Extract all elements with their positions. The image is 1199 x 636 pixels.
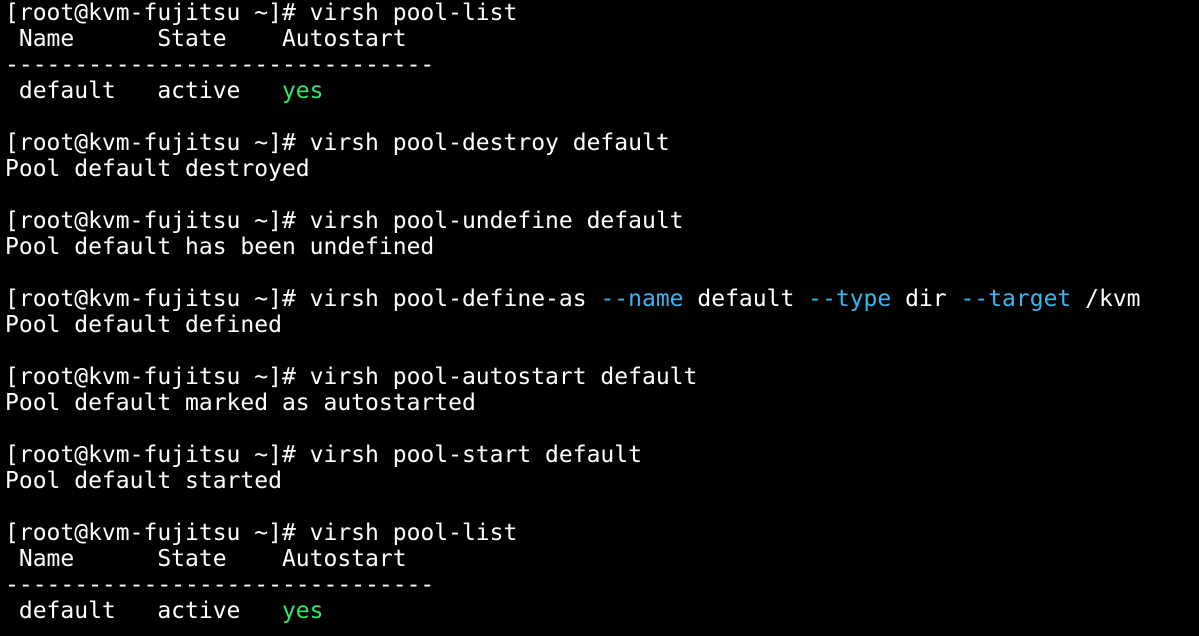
terminal-text: default active bbox=[5, 598, 282, 624]
terminal-line: [root@kvm-fujitsu ~]# virsh pool-list bbox=[5, 520, 1199, 546]
terminal-line: Pool default marked as autostarted bbox=[5, 390, 1199, 416]
terminal-line: [root@kvm-fujitsu ~]# virsh pool-list bbox=[5, 0, 1199, 26]
terminal-text: [root@kvm-fujitsu ~]# virsh pool-undefin… bbox=[5, 208, 684, 234]
terminal-line: [root@kvm-fujitsu ~]# virsh pool-destroy… bbox=[5, 130, 1199, 156]
terminal-text: Pool default marked as autostarted bbox=[5, 390, 476, 416]
terminal-line: Name State Autostart bbox=[5, 26, 1199, 52]
terminal-text: [root@kvm-fujitsu ~]# virsh pool-list bbox=[5, 0, 518, 26]
terminal-text: Pool default defined bbox=[5, 312, 282, 338]
command-flag: --type bbox=[808, 286, 892, 312]
terminal-text: ------------------------------- bbox=[5, 52, 435, 78]
terminal-line: default active yes bbox=[5, 598, 1199, 624]
terminal-text: Name State Autostart bbox=[5, 26, 407, 52]
terminal-line: Name State Autostart bbox=[5, 546, 1199, 572]
command-flag: --name bbox=[600, 286, 684, 312]
terminal-text: [root@kvm-fujitsu ~]# virsh pool-autosta… bbox=[5, 364, 698, 390]
terminal-line: Pool default started bbox=[5, 468, 1199, 494]
terminal-text: Pool default started bbox=[5, 468, 282, 494]
terminal-text: [root@kvm-fujitsu ~]# virsh pool-start d… bbox=[5, 442, 642, 468]
terminal-text: Name State Autostart bbox=[5, 546, 407, 572]
terminal-text: ------------------------------- bbox=[5, 572, 435, 598]
terminal-line: default active yes bbox=[5, 78, 1199, 104]
terminal-line: ------------------------------- bbox=[5, 572, 1199, 598]
terminal-line: [root@kvm-fujitsu ~]# virsh pool-autosta… bbox=[5, 364, 1199, 390]
terminal-text: [root@kvm-fujitsu ~]# virsh pool-list bbox=[5, 520, 518, 546]
terminal-text: [root@kvm-fujitsu ~]# virsh pool-destroy… bbox=[5, 130, 670, 156]
terminal-text: Pool default destroyed bbox=[5, 156, 310, 182]
terminal-window[interactable]: [root@kvm-fujitsu ~]# virsh pool-list Na… bbox=[0, 0, 1199, 636]
terminal-text: default active bbox=[5, 78, 282, 104]
terminal-line: ------------------------------- bbox=[5, 52, 1199, 78]
terminal-line: Pool default destroyed bbox=[5, 156, 1199, 182]
terminal-line: [root@kvm-fujitsu ~]# virsh pool-define-… bbox=[5, 286, 1199, 312]
terminal-line: Pool default has been undefined bbox=[5, 234, 1199, 260]
terminal-text: default bbox=[683, 286, 809, 312]
terminal-line: [root@kvm-fujitsu ~]# virsh pool-undefin… bbox=[5, 208, 1199, 234]
command-flag: --target bbox=[960, 286, 1072, 312]
terminal-line: Pool default defined bbox=[5, 312, 1199, 338]
terminal-line: [root@kvm-fujitsu ~]# virsh pool-start d… bbox=[5, 442, 1199, 468]
terminal-text: /kvm bbox=[1071, 286, 1141, 312]
terminal-text: [root@kvm-fujitsu ~]# virsh pool-define-… bbox=[5, 286, 601, 312]
autostart-value: yes bbox=[281, 78, 324, 104]
terminal-text: Pool default has been undefined bbox=[5, 234, 435, 260]
terminal-text: dir bbox=[891, 286, 961, 312]
autostart-value: yes bbox=[281, 598, 324, 624]
